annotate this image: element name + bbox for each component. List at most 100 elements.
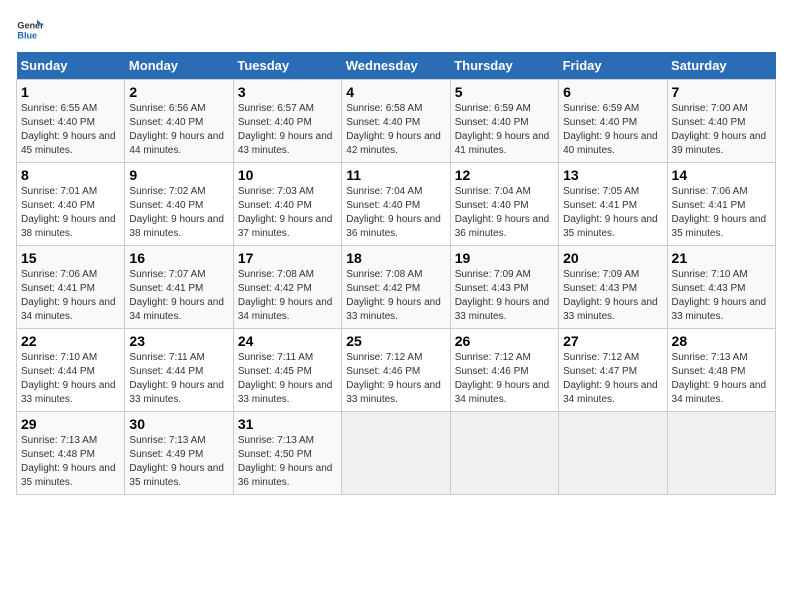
day-info: Sunrise: 7:11 AM Sunset: 4:44 PM Dayligh…: [129, 352, 224, 405]
calendar-cell: 16 Sunrise: 7:07 AM Sunset: 4:41 PM Dayl…: [125, 246, 233, 329]
calendar-cell: [450, 412, 558, 495]
day-number: 30: [129, 416, 228, 432]
day-number: 2: [129, 84, 228, 100]
day-info: Sunrise: 7:00 AM Sunset: 4:40 PM Dayligh…: [672, 103, 767, 156]
day-info: Sunrise: 7:01 AM Sunset: 4:40 PM Dayligh…: [21, 186, 116, 239]
calendar-cell: 27 Sunrise: 7:12 AM Sunset: 4:47 PM Dayl…: [559, 329, 667, 412]
calendar-cell: [667, 412, 775, 495]
day-number: 11: [346, 167, 445, 183]
calendar-cell: 1 Sunrise: 6:55 AM Sunset: 4:40 PM Dayli…: [17, 80, 125, 163]
day-number: 7: [672, 84, 771, 100]
day-number: 3: [238, 84, 337, 100]
calendar-cell: 19 Sunrise: 7:09 AM Sunset: 4:43 PM Dayl…: [450, 246, 558, 329]
calendar-week-4: 22 Sunrise: 7:10 AM Sunset: 4:44 PM Dayl…: [17, 329, 776, 412]
day-number: 1: [21, 84, 120, 100]
calendar-cell: 15 Sunrise: 7:06 AM Sunset: 4:41 PM Dayl…: [17, 246, 125, 329]
calendar-cell: 31 Sunrise: 7:13 AM Sunset: 4:50 PM Dayl…: [233, 412, 341, 495]
logo: General Blue: [16, 16, 44, 44]
day-number: 17: [238, 250, 337, 266]
day-number: 6: [563, 84, 662, 100]
calendar-week-2: 8 Sunrise: 7:01 AM Sunset: 4:40 PM Dayli…: [17, 163, 776, 246]
day-info: Sunrise: 6:59 AM Sunset: 4:40 PM Dayligh…: [455, 103, 550, 156]
day-info: Sunrise: 7:02 AM Sunset: 4:40 PM Dayligh…: [129, 186, 224, 239]
calendar-cell: 28 Sunrise: 7:13 AM Sunset: 4:48 PM Dayl…: [667, 329, 775, 412]
calendar-cell: 22 Sunrise: 7:10 AM Sunset: 4:44 PM Dayl…: [17, 329, 125, 412]
column-header-friday: Friday: [559, 52, 667, 80]
day-number: 29: [21, 416, 120, 432]
calendar-cell: 21 Sunrise: 7:10 AM Sunset: 4:43 PM Dayl…: [667, 246, 775, 329]
calendar-cell: 2 Sunrise: 6:56 AM Sunset: 4:40 PM Dayli…: [125, 80, 233, 163]
day-info: Sunrise: 7:07 AM Sunset: 4:41 PM Dayligh…: [129, 269, 224, 322]
day-info: Sunrise: 7:12 AM Sunset: 4:46 PM Dayligh…: [346, 352, 441, 405]
calendar-cell: 7 Sunrise: 7:00 AM Sunset: 4:40 PM Dayli…: [667, 80, 775, 163]
day-number: 14: [672, 167, 771, 183]
day-info: Sunrise: 6:59 AM Sunset: 4:40 PM Dayligh…: [563, 103, 658, 156]
column-header-wednesday: Wednesday: [342, 52, 450, 80]
day-info: Sunrise: 7:13 AM Sunset: 4:48 PM Dayligh…: [672, 352, 767, 405]
svg-text:Blue: Blue: [17, 30, 37, 40]
day-number: 10: [238, 167, 337, 183]
calendar-table: SundayMondayTuesdayWednesdayThursdayFrid…: [16, 52, 776, 495]
column-header-monday: Monday: [125, 52, 233, 80]
day-info: Sunrise: 6:55 AM Sunset: 4:40 PM Dayligh…: [21, 103, 116, 156]
day-number: 26: [455, 333, 554, 349]
day-info: Sunrise: 7:13 AM Sunset: 4:48 PM Dayligh…: [21, 435, 116, 488]
day-info: Sunrise: 7:06 AM Sunset: 4:41 PM Dayligh…: [21, 269, 116, 322]
logo-icon: General Blue: [16, 16, 44, 44]
calendar-week-3: 15 Sunrise: 7:06 AM Sunset: 4:41 PM Dayl…: [17, 246, 776, 329]
calendar-cell: 14 Sunrise: 7:06 AM Sunset: 4:41 PM Dayl…: [667, 163, 775, 246]
calendar-cell: 12 Sunrise: 7:04 AM Sunset: 4:40 PM Dayl…: [450, 163, 558, 246]
day-info: Sunrise: 6:57 AM Sunset: 4:40 PM Dayligh…: [238, 103, 333, 156]
calendar-cell: 5 Sunrise: 6:59 AM Sunset: 4:40 PM Dayli…: [450, 80, 558, 163]
day-info: Sunrise: 7:09 AM Sunset: 4:43 PM Dayligh…: [563, 269, 658, 322]
day-info: Sunrise: 7:11 AM Sunset: 4:45 PM Dayligh…: [238, 352, 333, 405]
column-header-thursday: Thursday: [450, 52, 558, 80]
day-number: 28: [672, 333, 771, 349]
calendar-cell: 20 Sunrise: 7:09 AM Sunset: 4:43 PM Dayl…: [559, 246, 667, 329]
calendar-cell: 18 Sunrise: 7:08 AM Sunset: 4:42 PM Dayl…: [342, 246, 450, 329]
day-info: Sunrise: 7:09 AM Sunset: 4:43 PM Dayligh…: [455, 269, 550, 322]
day-info: Sunrise: 7:05 AM Sunset: 4:41 PM Dayligh…: [563, 186, 658, 239]
calendar-cell: 3 Sunrise: 6:57 AM Sunset: 4:40 PM Dayli…: [233, 80, 341, 163]
day-number: 21: [672, 250, 771, 266]
day-info: Sunrise: 6:58 AM Sunset: 4:40 PM Dayligh…: [346, 103, 441, 156]
column-header-sunday: Sunday: [17, 52, 125, 80]
day-info: Sunrise: 7:08 AM Sunset: 4:42 PM Dayligh…: [346, 269, 441, 322]
day-info: Sunrise: 7:08 AM Sunset: 4:42 PM Dayligh…: [238, 269, 333, 322]
calendar-cell: 11 Sunrise: 7:04 AM Sunset: 4:40 PM Dayl…: [342, 163, 450, 246]
svg-text:General: General: [17, 21, 44, 31]
calendar-cell: 24 Sunrise: 7:11 AM Sunset: 4:45 PM Dayl…: [233, 329, 341, 412]
calendar-cell: 9 Sunrise: 7:02 AM Sunset: 4:40 PM Dayli…: [125, 163, 233, 246]
day-info: Sunrise: 7:13 AM Sunset: 4:49 PM Dayligh…: [129, 435, 224, 488]
calendar-cell: [559, 412, 667, 495]
day-number: 24: [238, 333, 337, 349]
calendar-cell: 13 Sunrise: 7:05 AM Sunset: 4:41 PM Dayl…: [559, 163, 667, 246]
calendar-cell: 4 Sunrise: 6:58 AM Sunset: 4:40 PM Dayli…: [342, 80, 450, 163]
day-info: Sunrise: 7:04 AM Sunset: 4:40 PM Dayligh…: [455, 186, 550, 239]
day-info: Sunrise: 7:10 AM Sunset: 4:44 PM Dayligh…: [21, 352, 116, 405]
calendar-cell: [342, 412, 450, 495]
day-info: Sunrise: 7:10 AM Sunset: 4:43 PM Dayligh…: [672, 269, 767, 322]
calendar-cell: 17 Sunrise: 7:08 AM Sunset: 4:42 PM Dayl…: [233, 246, 341, 329]
header-area: General Blue: [16, 16, 776, 44]
day-number: 23: [129, 333, 228, 349]
day-info: Sunrise: 7:06 AM Sunset: 4:41 PM Dayligh…: [672, 186, 767, 239]
calendar-cell: 30 Sunrise: 7:13 AM Sunset: 4:49 PM Dayl…: [125, 412, 233, 495]
day-number: 5: [455, 84, 554, 100]
day-number: 25: [346, 333, 445, 349]
day-number: 12: [455, 167, 554, 183]
day-number: 27: [563, 333, 662, 349]
calendar-cell: 23 Sunrise: 7:11 AM Sunset: 4:44 PM Dayl…: [125, 329, 233, 412]
calendar-cell: 25 Sunrise: 7:12 AM Sunset: 4:46 PM Dayl…: [342, 329, 450, 412]
calendar-week-5: 29 Sunrise: 7:13 AM Sunset: 4:48 PM Dayl…: [17, 412, 776, 495]
day-number: 20: [563, 250, 662, 266]
calendar-cell: 26 Sunrise: 7:12 AM Sunset: 4:46 PM Dayl…: [450, 329, 558, 412]
day-info: Sunrise: 7:12 AM Sunset: 4:46 PM Dayligh…: [455, 352, 550, 405]
day-info: Sunrise: 7:03 AM Sunset: 4:40 PM Dayligh…: [238, 186, 333, 239]
day-number: 15: [21, 250, 120, 266]
day-number: 9: [129, 167, 228, 183]
day-info: Sunrise: 6:56 AM Sunset: 4:40 PM Dayligh…: [129, 103, 224, 156]
calendar-cell: 29 Sunrise: 7:13 AM Sunset: 4:48 PM Dayl…: [17, 412, 125, 495]
day-info: Sunrise: 7:12 AM Sunset: 4:47 PM Dayligh…: [563, 352, 658, 405]
day-number: 22: [21, 333, 120, 349]
